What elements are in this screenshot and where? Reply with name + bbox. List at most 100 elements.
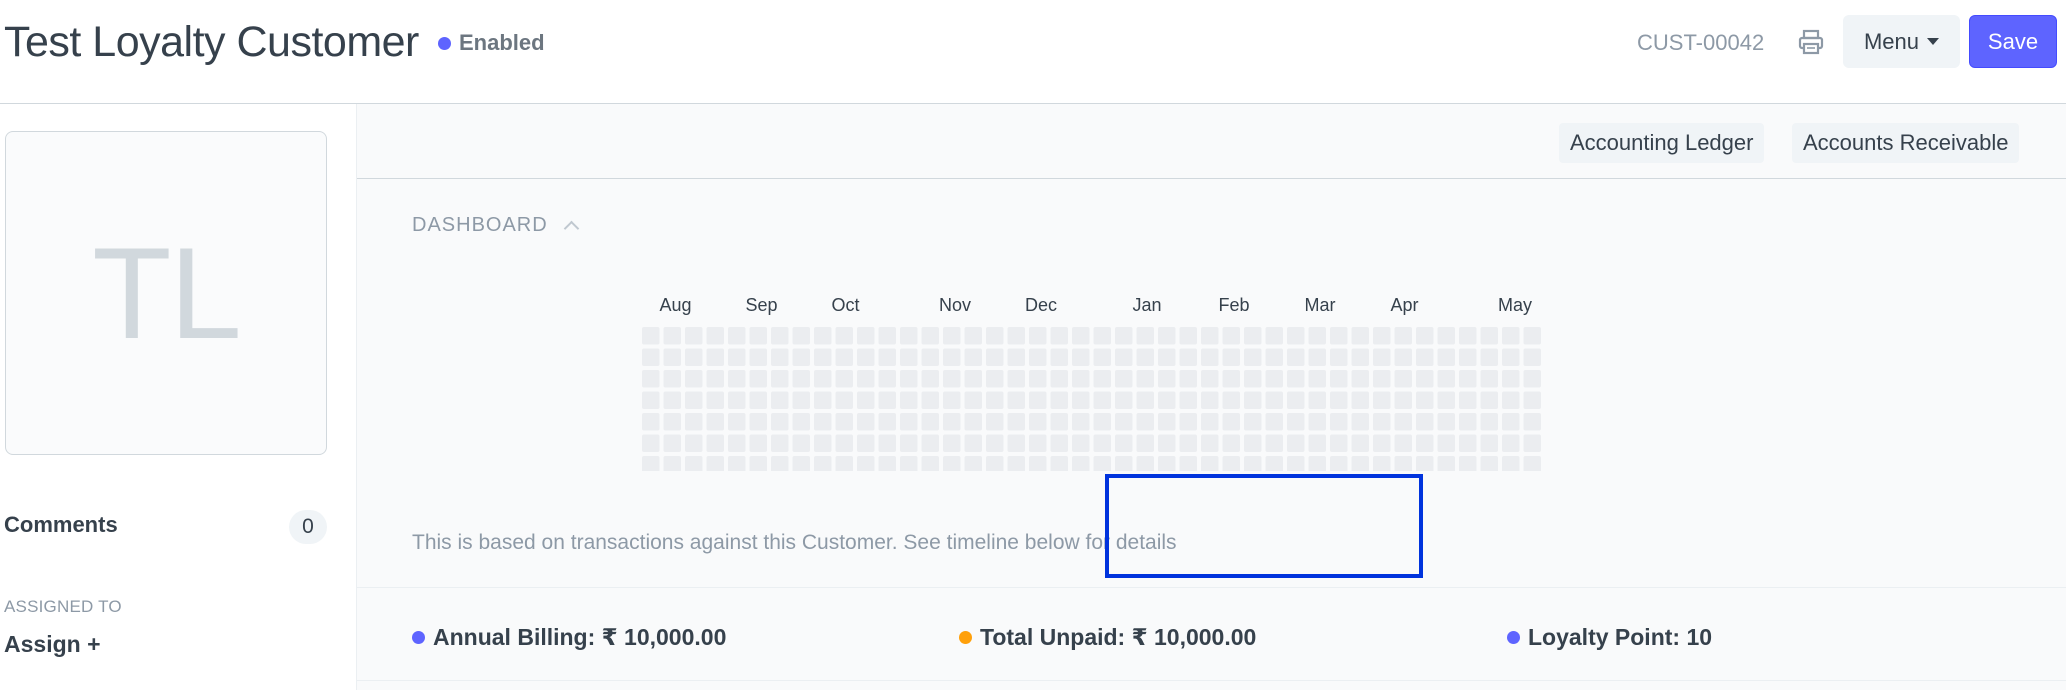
heatmap-day-cell	[792, 413, 810, 431]
heatmap-day-cell	[900, 348, 918, 366]
heatmap-day-cell	[1222, 434, 1240, 452]
heatmap-day-cell	[1136, 434, 1154, 452]
heatmap-day-cell	[1330, 434, 1348, 452]
heatmap-month-label: May	[1498, 295, 1532, 315]
heatmap-day-cell	[728, 327, 746, 345]
heatmap-day-cell	[986, 456, 1004, 471]
heatmap-day-cell	[921, 327, 939, 345]
heatmap-day-cell	[986, 348, 1004, 366]
heatmap-day-cell	[1480, 413, 1498, 431]
heatmap-day-cell	[1244, 456, 1262, 471]
heatmap-day-cell	[921, 434, 939, 452]
heatmap-day-cell	[943, 434, 961, 452]
annual-billing-dot	[412, 631, 425, 644]
accounting-ledger-button[interactable]: Accounting Ledger	[1559, 123, 1765, 163]
heatmap-day-cell	[749, 370, 767, 388]
heatmap-day-cell	[642, 413, 660, 431]
heatmap-day-cell	[1502, 327, 1520, 345]
heatmap-day-cell	[728, 370, 746, 388]
heatmap-day-cell	[1373, 456, 1391, 471]
heatmap-day-cell	[1158, 413, 1176, 431]
heatmap-day-cell	[1459, 413, 1477, 431]
heatmap-day-cell	[878, 370, 896, 388]
heatmap-day-cell	[1050, 327, 1068, 345]
heatmap-day-cell	[1416, 391, 1434, 409]
heatmap-day-cell	[749, 348, 767, 366]
status-indicator: Enabled	[438, 30, 545, 56]
heatmap-day-cell	[1179, 327, 1197, 345]
heatmap-day-cell	[1394, 413, 1412, 431]
assigned-to-label: ASSIGNED TO	[4, 597, 122, 616]
heatmap-day-cell	[1093, 327, 1111, 345]
heatmap-day-cell	[1308, 370, 1326, 388]
heatmap-day-cell	[1029, 348, 1047, 366]
heatmap-day-cell	[1115, 391, 1133, 409]
heatmap-day-cell	[943, 391, 961, 409]
heatmap-day-cell	[1437, 348, 1455, 366]
heatmap-day-cell	[878, 456, 896, 471]
heatmap-day-cell	[1244, 413, 1262, 431]
heatmap-day-cell	[1201, 327, 1219, 345]
avatar[interactable]: TL	[5, 131, 327, 455]
heatmap-day-cell	[1523, 413, 1541, 431]
dashboard-section-toggle[interactable]: DASHBOARD	[412, 214, 579, 237]
heatmap-day-cell	[964, 434, 982, 452]
heatmap-day-cell	[1480, 391, 1498, 409]
heatmap-day-cell	[1222, 413, 1240, 431]
heatmap-day-cell	[964, 370, 982, 388]
heatmap-day-cell	[814, 456, 832, 471]
heatmap-day-cell	[1308, 348, 1326, 366]
heatmap-day-cell	[749, 434, 767, 452]
heatmap-day-cell	[900, 370, 918, 388]
heatmap-day-cell	[835, 348, 853, 366]
heatmap-day-cell	[1115, 370, 1133, 388]
heatmap-day-cell	[1007, 348, 1025, 366]
heatmap-day-cell	[1007, 456, 1025, 471]
page-title: Test Loyalty Customer	[4, 18, 419, 66]
heatmap-day-cell	[1265, 434, 1283, 452]
heatmap-day-cell	[1308, 413, 1326, 431]
heatmap-day-cell	[1416, 434, 1434, 452]
save-button[interactable]: Save	[1969, 15, 2057, 68]
heatmap-month-label: Nov	[939, 295, 971, 315]
heatmap-day-cell	[1416, 327, 1434, 345]
heatmap-day-cell	[1050, 348, 1068, 366]
printer-icon[interactable]	[1797, 28, 1825, 56]
heatmap-day-cell	[1072, 434, 1090, 452]
heatmap-day-cell	[986, 391, 1004, 409]
heatmap-day-cell	[1136, 370, 1154, 388]
heatmap-day-cell	[1373, 348, 1391, 366]
heatmap-day-cell	[1179, 434, 1197, 452]
heatmap-day-cell	[1179, 413, 1197, 431]
heatmap-day-cell	[1373, 370, 1391, 388]
heatmap-day-cell	[1050, 370, 1068, 388]
heatmap-day-cell	[1115, 456, 1133, 471]
heatmap-day-cell	[1201, 348, 1219, 366]
heatmap-day-cell	[1222, 327, 1240, 345]
heatmap-day-cell	[986, 434, 1004, 452]
heatmap-day-cell	[1330, 327, 1348, 345]
heatmap-day-cell	[1136, 348, 1154, 366]
assign-link[interactable]: Assign +	[4, 631, 101, 658]
accounts-receivable-button[interactable]: Accounts Receivable	[1792, 123, 2020, 163]
heatmap-day-cell	[835, 413, 853, 431]
heatmap-day-cell	[1416, 413, 1434, 431]
heatmap-day-cell	[792, 456, 810, 471]
heatmap-day-cell	[1502, 456, 1520, 471]
heatmap-day-cell	[1330, 456, 1348, 471]
heatmap-day-cell	[1459, 456, 1477, 471]
heatmap-day-cell	[1050, 434, 1068, 452]
heatmap-day-cell	[921, 348, 939, 366]
heatmap-day-cell	[642, 348, 660, 366]
total-unpaid-label: Total Unpaid: ₹ 10,000.00	[980, 624, 1257, 650]
heatmap-day-cell	[900, 434, 918, 452]
heatmap-day-cell	[728, 391, 746, 409]
heatmap-day-cell	[771, 391, 789, 409]
heatmap-month-label: Mar	[1305, 295, 1336, 315]
heatmap-day-cell	[1007, 327, 1025, 345]
heatmap-day-cell	[1050, 456, 1068, 471]
menu-button[interactable]: Menu	[1843, 15, 1960, 68]
heatmap-day-cell	[1115, 413, 1133, 431]
dashboard-heading: DASHBOARD	[412, 214, 548, 236]
dashboard-note: This is based on transactions against th…	[412, 531, 1177, 554]
